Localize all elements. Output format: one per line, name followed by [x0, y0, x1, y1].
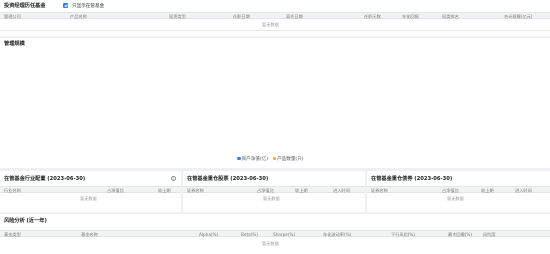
col-bond-name: 证券名称: [371, 188, 388, 193]
industry-title: 在管基金行业配置 (2023-06-30): [4, 176, 86, 182]
col-risk-level: 风险度: [483, 232, 496, 237]
stocks-table-header: 证券名称 占净值比 较上期 进入时间: [183, 186, 365, 193]
bonds-title: 在管基金重仓债券 (2023-06-30): [371, 176, 453, 182]
col-beta: Beta(%): [241, 232, 258, 237]
risk-title: 风险分析 (近一年): [4, 218, 47, 224]
col-product: 产品名称: [70, 14, 87, 19]
col-stock-change: 较上期: [295, 188, 308, 193]
industry-empty: 暂无数据: [80, 196, 97, 201]
history-empty: 暂无数据: [262, 22, 279, 27]
stocks-empty: 暂无数据: [263, 196, 280, 201]
col-bond-ratio: 占净值比: [442, 188, 459, 193]
scale-legend: 资产净值(亿) 产品数量(只): [237, 156, 304, 162]
only-active-checkbox[interactable]: [63, 3, 68, 8]
col-fund-type: 基金类型: [4, 232, 21, 237]
col-industry-name: 行业名称: [4, 188, 21, 193]
col-end-date: 离任日期: [286, 14, 303, 19]
col-invest-type: 投资类型: [169, 14, 186, 19]
risk-empty: 暂无数据: [262, 241, 279, 246]
col-sharpe: Sharpe(%): [273, 232, 296, 237]
risk-panel: 风险分析 (近一年) 基金类型 基金名称 Alpha(%) Beta(%) Sh…: [0, 214, 550, 254]
col-alpha: Alpha(%): [199, 232, 219, 237]
bonds-table-header: 证券名称 占净值比 较上期 进入时间: [367, 186, 550, 193]
info-icon[interactable]: i: [171, 176, 176, 181]
col-volatility: 年化波动率(%): [323, 232, 352, 237]
col-company: 管理公司: [4, 14, 21, 19]
col-fund-name: 基金名称: [81, 232, 98, 237]
scale-title: 管理规模: [4, 41, 25, 47]
legend-dot-asset: [237, 156, 241, 161]
legend-label-count: 产品数量(只): [277, 157, 304, 162]
history-divider: [0, 30, 550, 31]
only-active-label[interactable]: 只显示在管基金: [72, 3, 104, 9]
col-bond-change: 较上期: [481, 188, 494, 193]
col-stock-name: 证券名称: [187, 188, 204, 193]
history-table-header: 管理公司 产品名称 投资类型 任职日期 离任日期 任职天数 年化回报 同类排名 …: [0, 12, 550, 19]
bonds-empty: 暂无数据: [447, 196, 464, 201]
industry-table-header: 行业名称 占净值比 较上期: [0, 186, 181, 193]
col-max-drawdown: 最大回撤(%): [448, 232, 472, 237]
legend-item-asset[interactable]: 资产净值(亿): [237, 156, 269, 162]
col-downside: 下行风险(%): [391, 232, 415, 237]
legend-dot-count: [272, 156, 277, 161]
bonds-panel: 在管基金重仓债券 (2023-06-30) 证券名称 占净值比 较上期 进入时间…: [367, 171, 550, 212]
history-panel: 投资经理历任基金 只显示在管基金 管理公司 产品名称 投资类型 任职日期 离任日…: [0, 0, 550, 36]
col-rank: 同类排名: [442, 14, 459, 19]
col-days: 任职天数: [364, 14, 381, 19]
legend-item-count[interactable]: 产品数量(只): [272, 156, 304, 162]
col-bond-entry: 进入时间: [515, 188, 532, 193]
stocks-title: 在管基金重仓股票 (2023-06-30): [187, 176, 269, 182]
legend-label-asset: 资产净值(亿): [241, 157, 269, 162]
history-title: 投资经理历任基金: [4, 3, 46, 9]
col-start-date: 任职日期: [233, 14, 250, 19]
col-annual-return: 年化回报: [402, 14, 419, 19]
col-industry-change: 较上期: [158, 188, 171, 193]
stocks-panel: 在管基金重仓股票 (2023-06-30) 证券名称 占净值比 较上期 进入时间…: [183, 171, 365, 212]
scale-panel: 管理规模 资产净值(亿) 产品数量(只): [0, 38, 550, 168]
col-total-scale: 合计规模(亿元): [504, 14, 533, 19]
industry-panel: 在管基金行业配置 (2023-06-30) i 行业名称 占净值比 较上期 暂无…: [0, 171, 181, 212]
col-stock-ratio: 占净值比: [257, 188, 274, 193]
col-industry-ratio: 占净值比: [107, 188, 124, 193]
risk-table-header: 基金类型 基金名称 Alpha(%) Beta(%) Sharpe(%) 年化波…: [0, 230, 550, 237]
col-stock-entry: 进入时间: [333, 188, 350, 193]
